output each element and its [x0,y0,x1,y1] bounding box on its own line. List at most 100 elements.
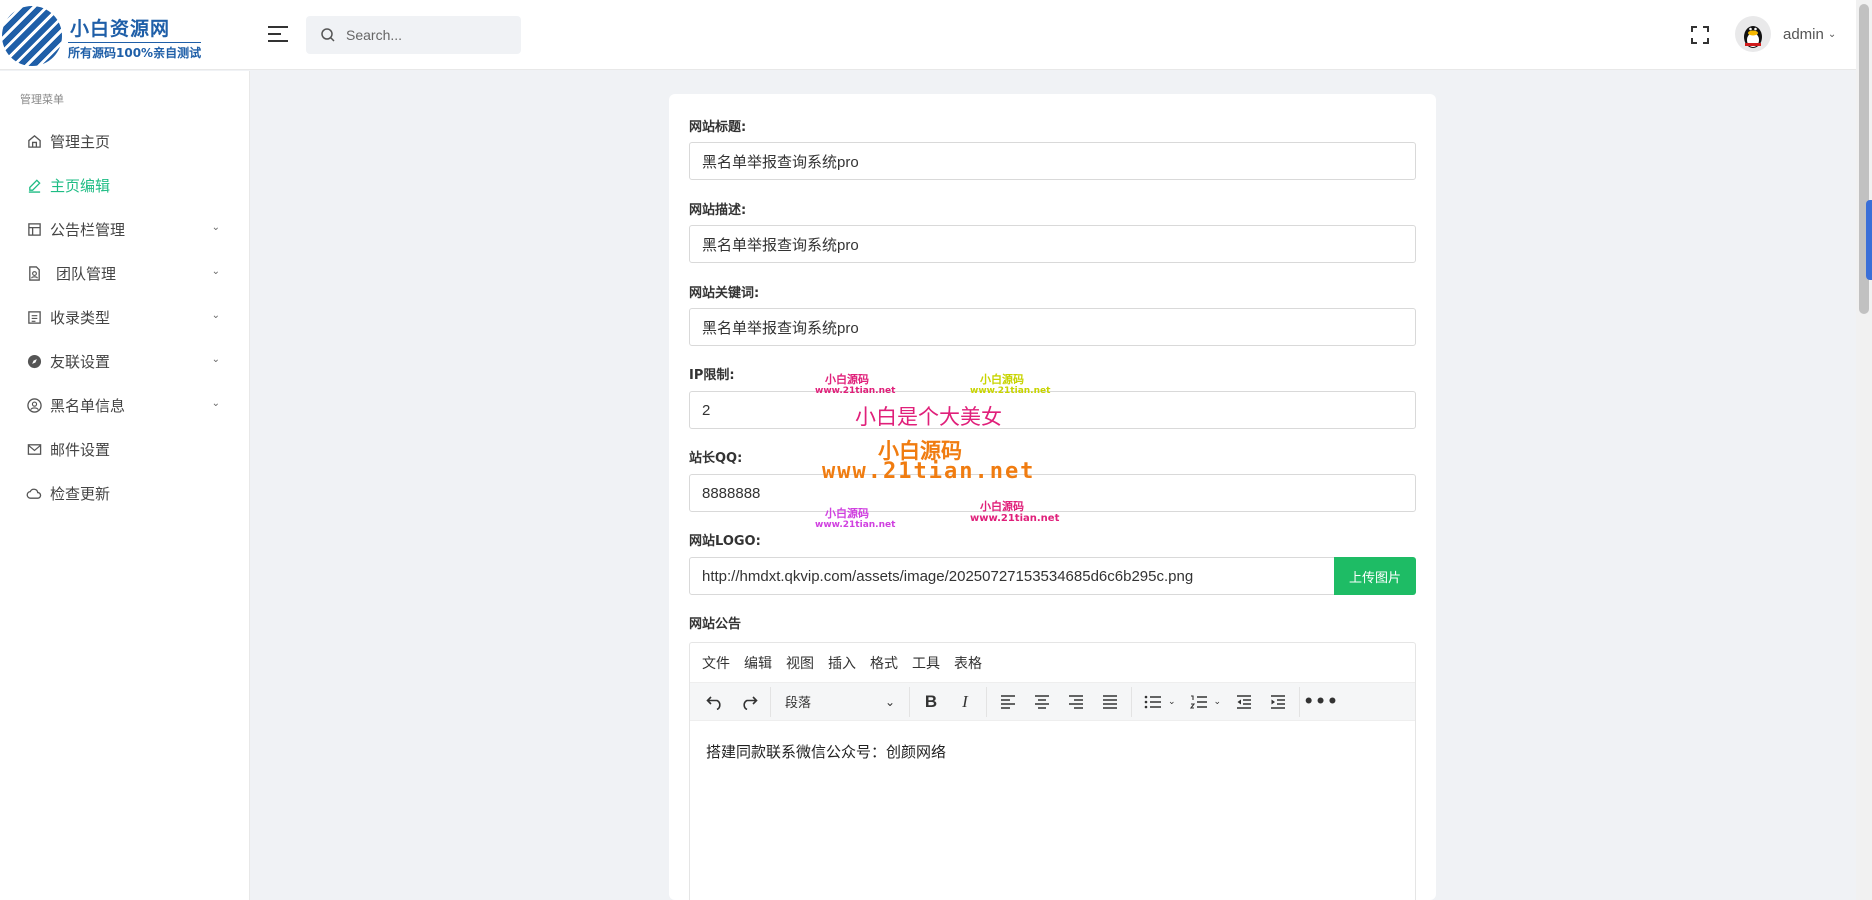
settings-form-card: 网站标题: 网站描述: 网站关键词: IP限制: 站长QQ: 网站LOGO: 上… [669,94,1436,900]
sidebar-item-label: 管理主页 [50,132,111,151]
sidebar-item-friend-links[interactable]: 友联设置 ⌄ [0,339,250,383]
top-bar: 小白资源网 所有源码100%亲自测试 admin ⌄ [0,0,1856,70]
admin-qq-input[interactable] [689,474,1416,512]
site-desc-input[interactable] [689,225,1416,263]
sidebar-item-label: 黑名单信息 [50,396,126,415]
sidebar-item-label: 团队管理 [56,264,117,283]
chevron-down-icon[interactable]: ⌄ [1168,697,1176,707]
sidebar-item-label: 邮件设置 [50,440,111,459]
editor-menu-table[interactable]: 表格 [954,653,982,673]
sidebar-item-mail-settings[interactable]: 邮件设置 [0,427,250,471]
sidebar-heading: 管理菜单 [20,93,64,106]
cloud-icon [26,485,42,501]
indent-icon[interactable] [1261,687,1295,717]
sidebar-item-check-update[interactable]: 检查更新 [0,471,250,515]
block-format-select[interactable]: 段落 ⌄ [775,687,905,717]
sidebar-item-home-edit[interactable]: 主页编辑 [0,163,250,207]
chevron-down-icon: ⌄ [211,310,220,321]
sidebar-item-team[interactable]: 团队管理 ⌄ [0,251,250,295]
sidebar-item-label: 公告栏管理 [50,220,126,239]
site-title-input[interactable] [689,142,1416,180]
avatar [1735,16,1771,52]
site-keywords-label: 网站关键词: [689,286,760,301]
toolbar-divider [770,686,771,717]
team-file-icon [26,265,42,281]
logo-title: 小白资源网 [70,18,171,40]
chevron-down-icon: ⌄ [211,354,220,365]
logo-mark [2,6,62,66]
editor-content[interactable]: 搭建同款联系微信公众号：创颜网络 [690,721,1415,782]
sidebar-item-label: 检查更新 [50,484,111,503]
ip-limit-input[interactable] [689,391,1416,429]
editor-menu-file[interactable]: 文件 [702,653,730,673]
outdent-icon[interactable] [1227,687,1261,717]
editor-menu-insert[interactable]: 插入 [828,653,856,673]
search-input[interactable] [346,16,516,54]
toolbar-divider [1131,686,1132,717]
sidebar-item-label: 收录类型 [50,308,111,327]
sidebar-item-label: 友联设置 [50,352,111,371]
align-right-icon[interactable] [1059,687,1093,717]
mail-icon [26,441,42,457]
toolbar-divider [1299,686,1301,717]
menu-toggle-icon[interactable] [268,26,288,44]
user-circle-icon [26,397,42,413]
chevron-down-icon: ⌄ [211,266,220,277]
search-icon [321,28,335,42]
bold-icon[interactable]: B [914,687,948,717]
fullscreen-icon[interactable] [1690,25,1710,45]
site-keywords-input[interactable] [689,308,1416,346]
undo-icon[interactable] [698,687,732,717]
user-menu[interactable]: admin ⌄ [1735,14,1836,54]
editor-menu-view[interactable]: 视图 [786,653,814,673]
block-format-value: 段落 [785,696,812,711]
editor-menubar: 文件 编辑 视图 插入 格式 工具 表格 [690,643,1415,683]
sidebar-item-blacklist[interactable]: 黑名单信息 ⌄ [0,383,250,427]
sidebar: 管理菜单 管理主页 主页编辑 公告栏管理 ⌄ 团队管理 ⌄ 收录类型 ⌄ 友联设… [0,71,250,900]
compass-icon [26,353,42,369]
align-left-icon[interactable] [991,687,1025,717]
redo-icon[interactable] [732,687,766,717]
toolbar-divider [909,686,910,717]
toolbar-divider [986,686,987,717]
sidebar-item-home[interactable]: 管理主页 [0,119,250,163]
sidebar-menu: 管理主页 主页编辑 公告栏管理 ⌄ 团队管理 ⌄ 收录类型 ⌄ 友联设置 ⌄ 黑… [0,119,250,515]
site-logo[interactable]: 小白资源网 所有源码100%亲自测试 [0,2,215,68]
align-justify-icon[interactable] [1093,687,1127,717]
ip-limit-label: IP限制: [689,368,735,383]
edit-icon [26,177,42,193]
editor-menu-format[interactable]: 格式 [870,653,898,673]
sidebar-item-label: 主页编辑 [50,176,111,195]
chevron-down-icon[interactable]: ⌄ [1214,697,1222,707]
chevron-down-icon: ⌄ [1827,28,1837,40]
search-box[interactable] [306,16,521,54]
chevron-down-icon: ⌄ [211,222,220,233]
site-logo-url-input[interactable] [689,557,1335,595]
upload-image-button[interactable]: 上传图片 [1334,557,1416,595]
site-title-label: 网站标题: [689,120,747,135]
site-logo-label: 网站LOGO: [689,534,761,549]
logo-subtitle: 所有源码100%亲自测试 [68,42,202,61]
chevron-down-icon: ⌄ [211,398,220,409]
site-notice-label: 网站公告 [689,617,742,632]
side-float-tab[interactable] [1866,200,1872,280]
board-icon [26,221,42,237]
editor-menu-tools[interactable]: 工具 [912,653,940,673]
chevron-down-icon: ⌄ [884,694,895,709]
site-desc-label: 网站描述: [689,203,747,218]
bullet-list-icon[interactable] [1136,687,1170,717]
editor-toolbar: 段落 ⌄ B I ⌄ ⌄ ••• [690,683,1415,721]
sidebar-item-collection-type[interactable]: 收录类型 ⌄ [0,295,250,339]
numbered-list-icon[interactable] [1182,687,1216,717]
page-scrollbar[interactable] [1856,0,1872,900]
italic-icon[interactable]: I [948,687,982,717]
editor-menu-edit[interactable]: 编辑 [744,653,772,673]
more-icon[interactable]: ••• [1303,687,1338,717]
user-name: admin [1783,25,1824,43]
list-box-icon [26,309,42,325]
sidebar-item-notice-board[interactable]: 公告栏管理 ⌄ [0,207,250,251]
rich-text-editor: 文件 编辑 视图 插入 格式 工具 表格 段落 ⌄ B I ⌄ ⌄ ••• 搭建… [689,642,1416,900]
admin-qq-label: 站长QQ: [689,451,743,466]
align-center-icon[interactable] [1025,687,1059,717]
home-icon [26,133,42,149]
